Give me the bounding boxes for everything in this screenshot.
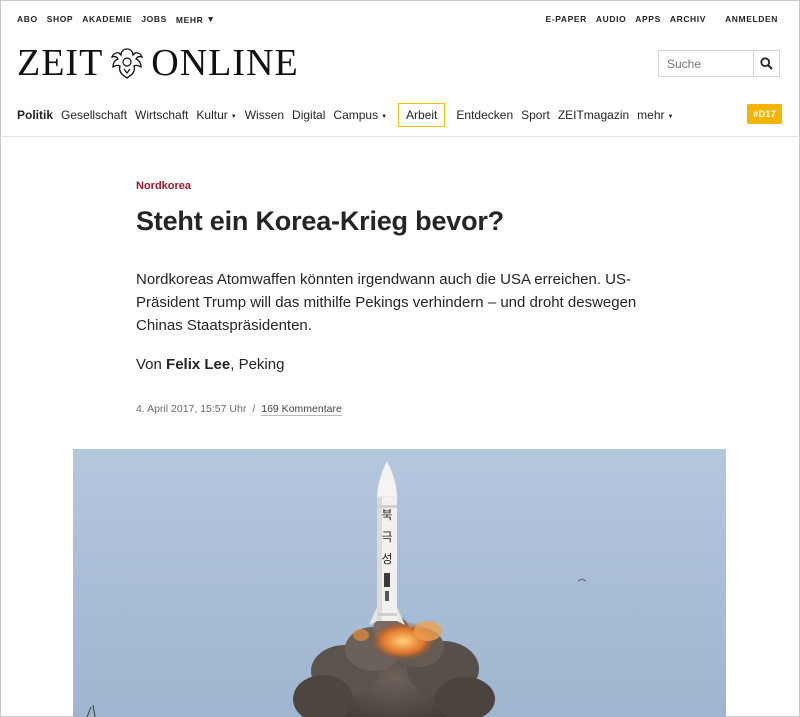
caret-down-icon: ▼ [667, 114, 674, 120]
main-navigation: Politik Gesellschaft Wirtschaft Kultur ▼ … [17, 102, 782, 128]
nav-divider [0, 136, 800, 137]
top-link-archiv[interactable]: ARCHIV [670, 14, 706, 24]
top-link-shop[interactable]: SHOP [47, 14, 74, 25]
search-button[interactable] [753, 51, 779, 76]
site-logo[interactable]: ZEIT ONLINE [17, 42, 299, 84]
nav-item-entdecken[interactable]: Entdecken [456, 108, 513, 122]
byline-location: , Peking [230, 356, 285, 373]
article-meta: 4. April 2017, 15:57 Uhr / 169 Kommentar… [136, 403, 342, 416]
nav-item-wissen[interactable]: Wissen [245, 108, 284, 122]
byline-prefix: Von [136, 356, 162, 373]
top-link-mehr[interactable]: MEHR ▼ [176, 14, 215, 25]
hero-image: 북 극 성 [73, 449, 726, 717]
top-link-epaper[interactable]: E-PAPER [546, 14, 587, 24]
nav-item-arbeit[interactable]: Arbeit [398, 103, 446, 127]
nav-item-kultur[interactable]: Kultur ▼ [196, 108, 236, 122]
missile-label-2: 극 [381, 530, 392, 544]
logo-word-right: ONLINE [151, 42, 299, 84]
d17-badge[interactable]: #D17 [747, 104, 782, 124]
search-input[interactable] [659, 51, 753, 76]
top-bar: ABO SHOP AKADEMIE JOBS MEHR ▼ E-PAPER AUD… [0, 0, 800, 40]
article-summary: Nordkoreas Atomwaffen könnten irgendwann… [136, 271, 637, 334]
caret-down-icon: ▼ [230, 114, 237, 120]
publish-date: 4. April 2017, 15:57 Uhr [136, 403, 247, 415]
nav-item-gesellschaft[interactable]: Gesellschaft [61, 108, 127, 122]
caret-down-icon: ▼ [381, 114, 388, 120]
top-link-jobs[interactable]: JOBS [141, 14, 167, 25]
top-link-audio[interactable]: AUDIO [596, 14, 626, 24]
missile-label-1: 북 [381, 508, 392, 522]
top-link-apps[interactable]: APPS [635, 14, 661, 24]
nav-item-kultur-label: Kultur [196, 108, 228, 122]
missile-label-3: 성 [381, 552, 392, 566]
author-name[interactable]: Felix Lee [166, 356, 230, 373]
nav-item-campus-label: Campus [333, 108, 379, 122]
nav-item-mehr[interactable]: mehr ▼ [637, 108, 673, 122]
login-link[interactable]: ANMELDEN [725, 14, 778, 24]
top-link-akademie[interactable]: AKADEMIE [82, 14, 132, 25]
nav-item-sport[interactable]: Sport [521, 108, 550, 122]
article-byline: Von Felix Lee, Peking [136, 356, 284, 373]
caret-down-icon: ▼ [206, 14, 216, 24]
meta-separator: / [252, 403, 256, 415]
top-link-abo[interactable]: ABO [17, 14, 38, 25]
search-box [658, 50, 780, 77]
top-link-mehr-label: MEHR [175, 15, 204, 25]
account-links: E-PAPER AUDIO APPS ARCHIV ANMELDEN [546, 14, 778, 24]
service-links: ABO SHOP AKADEMIE JOBS MEHR ▼ [17, 14, 215, 25]
nav-item-mehr-label: mehr [637, 108, 665, 122]
nav-item-zeitmagazin[interactable]: ZEITmagazin [558, 108, 629, 122]
nav-item-campus[interactable]: Campus ▼ [333, 108, 387, 122]
article-headline: Steht ein Korea-Krieg bevor? [136, 206, 504, 236]
search-icon [760, 57, 773, 70]
logo-word-left: ZEIT [17, 42, 104, 84]
comments-link[interactable]: 169 Kommentare [261, 403, 342, 416]
eagle-crest-icon [111, 48, 144, 79]
nav-item-politik[interactable]: Politik [17, 108, 53, 122]
nav-item-digital[interactable]: Digital [292, 108, 325, 122]
missile-launch-photo: 북 극 성 [73, 449, 726, 717]
article-kicker[interactable]: Nordkorea [136, 180, 191, 192]
nav-item-wirtschaft[interactable]: Wirtschaft [135, 108, 188, 122]
